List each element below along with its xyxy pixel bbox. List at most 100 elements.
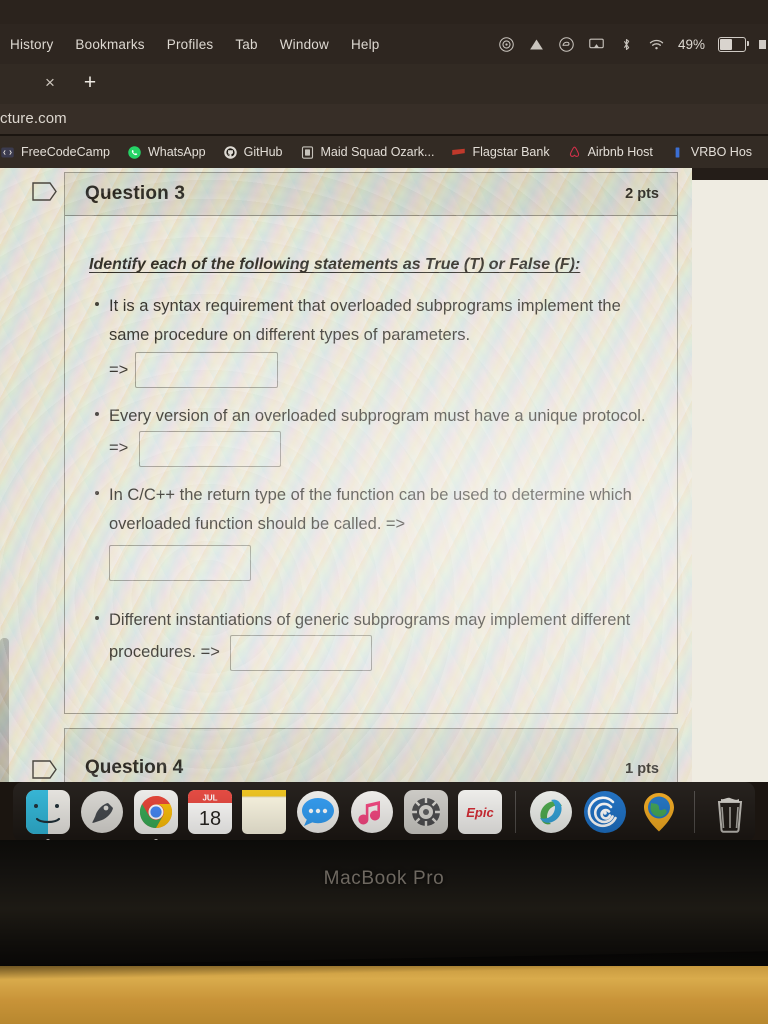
timemachine-icon[interactable] [498, 36, 515, 53]
menubar-top-padding [0, 0, 768, 24]
menu-bar-items: History Bookmarks Profiles Tab Window He… [0, 37, 380, 52]
flag-next-question-icon[interactable] [32, 760, 58, 779]
svg-text:Epic: Epic [466, 805, 494, 820]
answer-row [109, 545, 655, 586]
bookmark-label: FreeCodeCamp [21, 145, 110, 159]
bookmark-airbnb-host[interactable]: Airbnb Host [567, 145, 653, 160]
answer-input-1[interactable] [135, 352, 279, 388]
adobe-creative-cloud-icon[interactable] [558, 36, 575, 53]
dock-item-calendar[interactable]: JUL 18 [188, 790, 232, 834]
airplay-icon[interactable] [588, 36, 605, 53]
dock-item-epic[interactable]: Epic [458, 790, 502, 834]
question-points: 2 pts [625, 186, 659, 202]
close-tab-button[interactable]: × [40, 72, 60, 92]
bookmark-whatsapp[interactable]: WhatsApp [127, 145, 206, 160]
flag-question-icon[interactable] [32, 182, 58, 201]
page-scrollbar[interactable] [0, 638, 9, 782]
laptop-screen-photo: History Bookmarks Profiles Tab Window He… [0, 0, 768, 1024]
dock-item-launchpad[interactable] [80, 790, 124, 834]
desk-surface [0, 966, 768, 1024]
system-preferences-icon [404, 790, 448, 834]
bluetooth-icon[interactable] [618, 36, 635, 53]
dock-item-system-preferences[interactable] [404, 790, 448, 834]
dock-item-music[interactable] [350, 790, 394, 834]
statement-text: It is a syntax requirement that overload… [109, 297, 621, 344]
next-question-points: 1 pts [625, 761, 659, 777]
browser-tab-strip [0, 64, 768, 104]
bookmark-label: Flagstar Bank [472, 145, 550, 159]
battery-icon[interactable] [718, 36, 749, 52]
messages-icon [297, 791, 339, 833]
bookmark-maid-squad-ozark[interactable]: Maid Squad Ozark... [300, 145, 435, 160]
laptop-bezel [0, 840, 768, 972]
bookmark-label: Maid Squad Ozark... [320, 145, 435, 159]
statement-list: It is a syntax requirement that overload… [87, 292, 655, 671]
answer-row: => [109, 352, 655, 388]
question-header: Question 3 2 pts [65, 173, 677, 216]
bookmark-label: Airbnb Host [587, 145, 653, 159]
menu-bar-status-items: 49% [498, 24, 768, 64]
dock-item-trash[interactable] [708, 790, 752, 834]
question-prompt: Identify each of the following statement… [89, 256, 581, 273]
dock-item-notes[interactable] [242, 790, 286, 834]
page-right-gutter [692, 168, 768, 782]
wifi-icon[interactable] [648, 36, 665, 53]
address-bar-url[interactable]: cture.com [0, 110, 67, 127]
dock-separator [515, 791, 516, 833]
dock-item-finder[interactable] [26, 790, 70, 843]
dock-item-cisco-webex[interactable] [583, 790, 627, 834]
maidsquad-icon [301, 145, 313, 159]
svg-text:18: 18 [199, 808, 221, 830]
next-question-card: Question 4 1 pts [64, 728, 678, 782]
trash-icon [717, 797, 743, 833]
bookmark-freecodecamp[interactable]: FreeCodeCamp [0, 145, 110, 160]
whatsapp-icon [128, 145, 141, 159]
statement-text: Every version of an overloaded subprogra… [109, 407, 646, 425]
triangle-icon[interactable] [528, 36, 545, 53]
next-question-title: Question 4 [85, 757, 184, 778]
svg-text:JUL: JUL [202, 794, 217, 803]
menu-extra-icon[interactable] [759, 39, 766, 49]
answer-input-3[interactable] [109, 545, 251, 581]
menu-item-help[interactable]: Help [351, 37, 380, 52]
bookmark-vrbo-host[interactable]: VRBO Hos [670, 145, 752, 160]
list-item: In C/C++ the return type of the function… [95, 481, 655, 586]
menu-item-profiles[interactable]: Profiles [167, 37, 214, 52]
statement-text: In C/C++ the return type of the function… [109, 486, 632, 533]
page-top-dark-strip [692, 168, 768, 180]
freecodecamp-icon [1, 147, 14, 157]
epic-icon: Epic [458, 790, 502, 834]
dock-item-chrome[interactable] [134, 790, 178, 843]
answer-arrow: => [200, 643, 220, 662]
list-item: Every version of an overloaded subprogra… [95, 402, 655, 467]
answer-input-4[interactable] [230, 635, 373, 671]
quiz-page: Question 3 2 pts Identify each of the fo… [0, 168, 692, 782]
answer-input-2[interactable] [138, 431, 281, 467]
bookmark-flagstar-bank[interactable]: Flagstar Bank [451, 145, 550, 160]
answer-arrow: => [109, 439, 129, 458]
menu-item-tab[interactable]: Tab [235, 37, 257, 52]
dock-separator [694, 791, 695, 833]
list-item: It is a syntax requirement that overload… [95, 292, 655, 388]
browser-address-bar[interactable] [0, 104, 768, 134]
question-title: Question 3 [85, 183, 186, 204]
menu-item-window[interactable]: Window [280, 37, 329, 52]
dock-item-messages[interactable] [296, 790, 340, 834]
bookmark-label: VRBO Hos [690, 145, 753, 159]
menu-item-bookmarks[interactable]: Bookmarks [75, 37, 144, 52]
question-card: Question 3 2 pts Identify each of the fo… [64, 172, 678, 714]
question-body: Identify each of the following statement… [65, 216, 677, 671]
bookmark-github[interactable]: GitHub [223, 145, 283, 160]
vrbo-icon [675, 147, 680, 157]
dock-item-maps[interactable] [637, 790, 681, 834]
airbnb-icon [569, 146, 579, 157]
battery-percent-label: 49% [677, 36, 705, 52]
dock-item-teamviewer[interactable] [529, 790, 573, 834]
bookmark-label: GitHub [243, 145, 283, 159]
new-tab-button[interactable]: + [79, 70, 101, 94]
bookmarks-bar: FreeCodeCamp WhatsApp GitHub Maid Squad … [0, 136, 768, 168]
mac-dock: JUL 18 Epic [13, 782, 755, 843]
menu-item-history[interactable]: History [10, 37, 53, 52]
cisco-webex-icon [584, 791, 626, 833]
device-label: MacBook Pro [323, 868, 445, 889]
